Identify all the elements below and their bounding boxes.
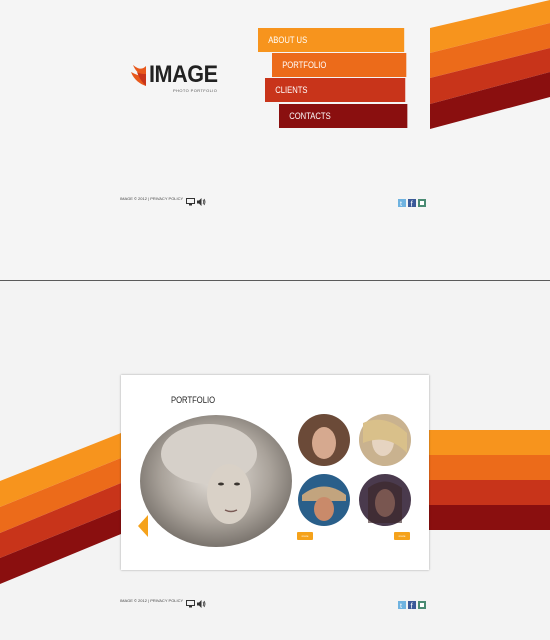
arrow-left-icon[interactable] [138,515,148,537]
logo[interactable]: IMAGE PHOTO PORTFOLIO [130,60,220,100]
footer-copyright-bottom[interactable]: IMAGE © 2012 | PRIVACY POLICY [120,598,183,603]
portfolio-card: PORTFOLIO more more [121,375,429,570]
svg-text:t: t [400,201,402,207]
logo-subtitle: PHOTO PORTFOLIO [173,88,218,93]
thumbnail-3[interactable] [297,473,351,527]
monitor-icon[interactable] [186,595,195,613]
facebook-icon[interactable]: f [408,596,416,614]
speaker-icon[interactable] [197,595,206,613]
more-button-right[interactable]: more [394,532,410,540]
card-title: PORTFOLIO [171,395,216,405]
wing-logo-icon [131,65,146,86]
rss-icon[interactable] [418,194,426,212]
rss-icon[interactable] [418,596,426,614]
thumbnail-4[interactable] [358,473,412,527]
more-button-left[interactable]: more [297,532,313,540]
twitter-icon[interactable]: t [398,194,406,212]
facebook-icon[interactable]: f [408,194,416,212]
featured-photo[interactable] [139,414,293,548]
footer-copyright[interactable]: IMAGE © 2012 | PRIVACY POLICY [120,196,183,201]
menu-item-clients[interactable]: CLIENTS [265,78,406,102]
thumbnail-1[interactable] [297,413,351,467]
bottom-panel: PORTFOLIO more more IMAGE © 2012 | PRIVA… [0,281,550,640]
monitor-icon[interactable] [186,193,195,211]
svg-text:t: t [400,603,402,609]
top-panel: IMAGE PHOTO PORTFOLIO ABOUT US PORTFOLIO… [0,0,550,280]
speaker-icon[interactable] [197,193,206,211]
logo-title: IMAGE [149,61,218,88]
twitter-icon[interactable]: t [398,596,406,614]
menu-item-contacts[interactable]: CONTACTS [279,104,408,128]
menu-item-about-us[interactable]: ABOUT US [258,28,405,52]
menu-item-portfolio[interactable]: PORTFOLIO [272,53,407,77]
thumbnail-2[interactable] [358,413,412,467]
